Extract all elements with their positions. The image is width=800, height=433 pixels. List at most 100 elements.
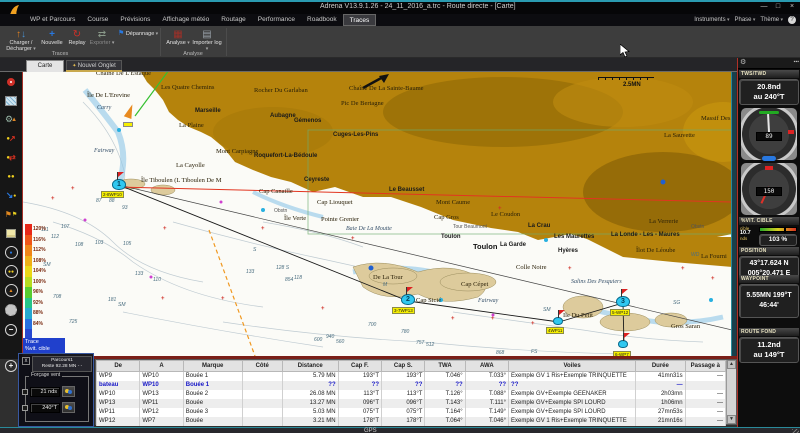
help-icon[interactable]: ?: [788, 16, 796, 24]
gps-status: GPS: [364, 428, 377, 433]
svg-text:+: +: [451, 316, 455, 322]
chart-vertical-scrollbar[interactable]: [731, 72, 736, 356]
table-row[interactable]: WP11WP12Bouée 35.03 MN075°T075°TT.164°T.…: [97, 408, 726, 417]
wind-dir-field[interactable]: 240°T: [30, 403, 60, 413]
column-header-4[interactable]: Distance: [282, 361, 338, 372]
compass-gauge[interactable]: 89: [741, 108, 797, 160]
menu-tab-wp-et-parcours[interactable]: WP et Parcours: [24, 14, 81, 26]
depth-sounding: 103: [95, 240, 103, 246]
wind-speed-picker-button[interactable]: [62, 386, 75, 397]
minimize-button[interactable]: —: [758, 3, 770, 12]
wind-dir-picker-button[interactable]: [62, 402, 75, 413]
scroll-down-icon[interactable]: ▼: [727, 415, 736, 424]
waypoint-marker[interactable]: [553, 317, 563, 325]
column-header-10[interactable]: Durée: [636, 361, 686, 372]
scroll-up-icon[interactable]: ▲: [727, 360, 736, 369]
wind-speed-field[interactable]: 21 nds: [30, 387, 60, 397]
zoom-boat-icon[interactable]: ▲: [2, 282, 20, 299]
table-row[interactable]: WP9WP10Bouée 15.79 MN193°T193°TT.046°T.0…: [97, 372, 726, 381]
wind-dir-checkbox[interactable]: [22, 405, 28, 411]
twa-gauge[interactable]: 150: [741, 163, 797, 215]
title-bar: Adrena V13.9.1.26 - 24_11_2016_a.trc - R…: [0, 2, 800, 14]
chart-label: Obstn: [691, 224, 704, 230]
cog-value: au 149°T: [740, 350, 798, 360]
chart-label: Ile Du Petit: [563, 312, 593, 319]
menu-tab-roadbook[interactable]: Roadbook: [301, 14, 343, 26]
svg-text:+: +: [71, 186, 75, 192]
tws-value: 20.8nd: [740, 82, 798, 92]
compass-needle: [767, 114, 770, 132]
zoom-point-icon[interactable]: ●: [2, 244, 20, 261]
waypoint-label: 5-WP12: [610, 309, 630, 316]
menu-tab-prévisions[interactable]: Prévisions: [114, 14, 156, 26]
column-header-1[interactable]: A: [140, 361, 183, 372]
waypoint-marker-3[interactable]: 3: [616, 296, 630, 307]
gear-icon[interactable]: ⚙: [740, 58, 746, 66]
menu-thème[interactable]: Thème: [760, 17, 783, 23]
menu-tab-performance[interactable]: Performance: [252, 14, 301, 26]
chart-label: Gros Saran: [671, 323, 700, 330]
column-header-11[interactable]: Passage à: [685, 361, 725, 372]
resize-grip[interactable]: [792, 429, 799, 433]
close-button[interactable]: ×: [786, 3, 798, 12]
table-scrollbar[interactable]: ▲ ▼: [726, 360, 736, 424]
drop-waypoint-icon[interactable]: ↘●: [2, 187, 20, 204]
chart-label: Les Quatre Chemins: [161, 84, 214, 91]
menu-tab-course[interactable]: Course: [81, 14, 114, 26]
nautical-chart[interactable]: +++ +++ +++ +++ +++ Chaîne De L'EstaqueÎ…: [22, 72, 731, 356]
wind-speed-checkbox[interactable]: [22, 389, 28, 395]
table-row[interactable]: bateauWP10Bouée 1????????????—: [97, 381, 726, 390]
waypoint-marker[interactable]: [618, 340, 628, 348]
svg-text:+: +: [531, 321, 535, 327]
menu-phase[interactable]: Phase: [734, 17, 755, 23]
chart-label: Ceyreste: [304, 177, 329, 183]
column-header-6[interactable]: Cap S.: [382, 361, 425, 372]
svg-text:+: +: [161, 296, 165, 302]
column-header-2[interactable]: Marque: [183, 361, 242, 372]
menu-tab-traces[interactable]: Traces: [343, 14, 377, 26]
chart-label: Cap Gros: [434, 214, 459, 221]
note-icon[interactable]: [2, 225, 20, 242]
waypoint-marker-1[interactable]: 1: [112, 179, 126, 190]
pin-icons[interactable]: ▪▪▪: [794, 59, 799, 65]
waypoint-marker-2[interactable]: 2: [401, 294, 415, 305]
lifebuoy-icon[interactable]: [2, 73, 20, 90]
waypoints-icon[interactable]: ●●: [2, 168, 20, 185]
depth-sounding: 133: [246, 269, 254, 275]
menu-instruments[interactable]: Instruments: [694, 17, 729, 23]
depannage-button[interactable]: ⚑ Dépannage: [118, 29, 158, 39]
exporter-button[interactable]: ⇄ Exporter: [89, 28, 115, 54]
column-header-0[interactable]: De: [97, 361, 140, 372]
boat-config-icon[interactable]: ⚙: [2, 111, 20, 128]
menu-tab-routage[interactable]: Routage: [215, 14, 252, 26]
forcage-vent-label: Forçage vent: [29, 372, 62, 378]
parcours-panel: x Parcours1 Reste 92.28 MN - - Forçage v…: [18, 353, 94, 427]
chart-label: La Verrerie: [649, 218, 678, 225]
chart-sheet-icon[interactable]: [2, 92, 20, 109]
column-header-7[interactable]: TWA: [425, 361, 465, 372]
column-header-3[interactable]: Côté: [242, 361, 282, 372]
column-header-9[interactable]: Voiles: [509, 361, 636, 372]
column-header-5[interactable]: Cap F.: [338, 361, 381, 372]
chart-label: Mont Caume: [436, 199, 470, 206]
parcours-close-button[interactable]: x: [22, 357, 30, 365]
column-header-8[interactable]: AWA: [465, 361, 508, 372]
chart-label: Rocher Du Garlaban: [254, 87, 308, 94]
svg-text:+: +: [351, 236, 355, 242]
table-row[interactable]: WP12WP7Bouée3.21 MN178°T178°TT.064°T.046…: [97, 417, 726, 426]
table-row[interactable]: WP10WP13Bouée 226.08 MN113°T113°TT.126°T…: [97, 390, 726, 399]
flag-icon: [559, 310, 565, 315]
tws-twd-header: TWS/TWD: [739, 70, 799, 78]
maximize-button[interactable]: □: [772, 3, 784, 12]
waypoint-route-icon[interactable]: ●↗: [2, 130, 20, 147]
waypoint-move-icon[interactable]: ●⇄: [2, 149, 20, 166]
table-row[interactable]: WP13WP11Bouée13.27 MN096°T096°TT.143°T.1…: [97, 399, 726, 408]
twa-index: [765, 166, 773, 170]
zoom-out-icon[interactable]: −: [2, 321, 20, 338]
menu-tab-affichage-météo[interactable]: Affichage météo: [156, 14, 215, 26]
flag-icon: [118, 172, 124, 177]
flags-icon[interactable]: ⚑: [2, 206, 20, 223]
zoom-waypoints-icon[interactable]: ●●: [2, 263, 20, 280]
tab-carte[interactable]: Carte: [26, 60, 64, 72]
selection-circle-icon[interactable]: [2, 301, 20, 318]
